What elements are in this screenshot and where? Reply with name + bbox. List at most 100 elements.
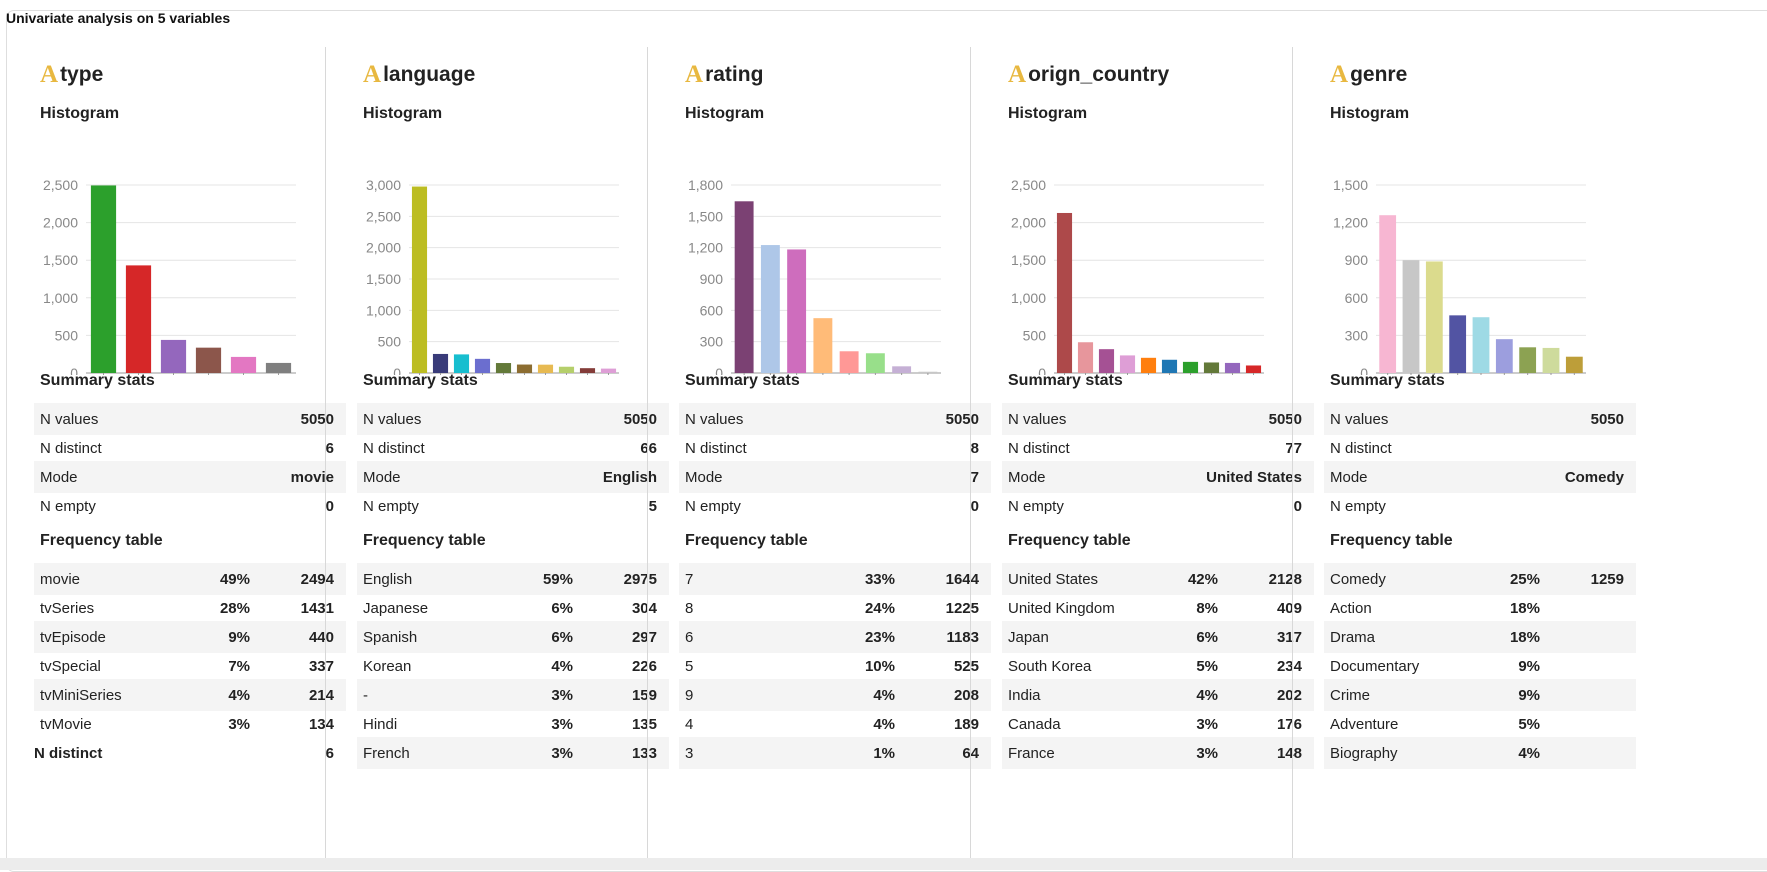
horizontal-scrollbar[interactable] [0,858,1767,870]
frequency-percent: 23% [864,629,895,646]
frequency-value: tvSpecial [40,658,101,675]
frequency-percent: 33% [864,571,895,588]
frequency-percent: 18% [1509,600,1540,617]
frequency-value: 7 [685,571,694,588]
summary-row-n-empty: N empty [1324,490,1636,522]
summary-label: N empty [1008,498,1064,515]
frequency-percent: 24% [864,600,895,617]
frequency-value: Hindi [363,716,398,733]
summary-label: N empty [363,498,419,515]
y-tick-label: 1,500 [1011,252,1046,268]
histogram-title: Histogram [1330,105,1410,122]
frequency-percent: 3% [1196,716,1218,733]
frequency-value: Documentary [1330,658,1420,675]
histogram-chart: 05001,0001,5002,0002,500movietvSpecial [43,177,296,375]
frequency-value: Adventure [1330,716,1399,733]
frequency-percent: 10% [864,658,895,675]
summary-value: Comedy [1564,469,1624,486]
frequency-percent: 42% [1187,571,1218,588]
frequency-table-title: Frequency table [1008,532,1131,549]
frequency-value: 4 [685,716,694,733]
frequency-value: Drama [1330,629,1376,646]
y-tick-label: 900 [1345,252,1369,268]
y-tick-label: 300 [700,334,724,350]
summary-value: United States [1206,469,1302,486]
histogram-bar [1495,339,1513,373]
frequency-value: 3 [685,745,694,762]
frequency-row: Documentary 9% [1324,650,1636,682]
frequency-row: Canada 3% 176 [1002,708,1314,740]
summary-stats-title: Summary stats [363,372,478,389]
frequency-value: Korean [363,658,412,675]
summary-label: N values [1330,411,1389,428]
frequency-row: 31%64 [679,737,991,769]
frequency-row: tvMiniSeries 4% 214 [34,679,346,711]
summary-label: N values [40,411,99,428]
y-tick-label: 2,000 [366,240,401,256]
summary-value: movie [290,469,334,486]
histogram-bar [1056,212,1073,373]
frequency-value: Action [1330,600,1372,617]
frequency-percent: 25% [1509,571,1540,588]
histogram-bar [839,351,859,373]
text-type-icon: A [1330,61,1349,88]
variable-name: rating [705,63,764,86]
frequency-value: Canada [1008,716,1061,733]
frequency-value: United States [1008,571,1099,588]
histogram-bar [1425,261,1443,373]
frequency-row: -3% 159 [357,679,669,711]
frequency-row: Japanese 6% 304 [357,592,669,624]
summary-label: N values [1008,411,1067,428]
frequency-row: Japan 6% 317 [1002,621,1314,653]
frequency-row: South Korea 5% 234 [1002,650,1314,682]
y-tick-label: 1,500 [43,252,78,268]
frequency-percent: 4% [551,658,573,675]
histogram-bar [1140,357,1157,373]
frequency-value: movie [40,571,81,588]
frequency-row: United Kingdom 8% 409 [1002,592,1314,624]
histogram-bar [195,347,222,373]
variable-name: orign_country [1028,63,1170,86]
histogram-bar [1402,260,1420,373]
frequency-percent: 3% [1196,745,1218,762]
frequency-row: 6 23% 1183 [679,621,991,653]
histogram-bar [160,339,187,373]
histogram-title: Histogram [40,105,120,122]
text-type-icon: A [685,61,704,88]
histogram-chart: 05001,0001,5002,0002,500United States- [1011,177,1264,375]
summary-label: N values [685,411,744,428]
histogram-title: Histogram [1008,105,1088,122]
frequency-value: 9 [685,687,694,704]
summary-row-n-distinct: N distinct 8 [679,432,991,464]
histogram-bar [516,364,533,373]
histogram-chart: 05001,0001,5002,0002,5003,000English-Ita… [366,177,619,375]
histogram-bar [760,245,780,373]
frequency-value: tvMovie [40,716,92,733]
histogram-bar [265,362,292,373]
histogram-chart: 03006009001,2001,500ComedyBiography [1333,177,1586,375]
frequency-value: tvMiniSeries [40,687,122,704]
frequency-percent: 8% [1196,600,1218,617]
summary-label: Mode [1330,469,1368,486]
y-tick-label: 1,000 [43,290,78,306]
variable-column-type: AtypeHistogram05001,0001,5002,0002,500mo… [6,37,369,860]
y-tick-label: 1,200 [1333,215,1368,231]
histogram-bar [558,366,575,373]
frequency-row: Drama 18% [1324,621,1636,653]
column-divider [1292,47,1293,860]
frequency-value: French [363,745,410,762]
y-tick-label: 1,000 [1011,290,1046,306]
histogram-bar [1119,355,1136,373]
histogram-bar [1098,349,1115,373]
summary-label: N distinct [363,440,425,457]
summary-row-n-distinct: N distinct 66 [357,432,669,464]
frequency-table-title: Frequency table [40,532,163,549]
frequency-table-title: Frequency table [1330,532,1453,549]
frequency-row: Biography 4% [1324,737,1636,769]
histogram-bar [411,186,428,373]
frequency-percent: 3% [551,687,573,704]
y-tick-label: 600 [700,302,724,318]
frequency-value: United Kingdom [1008,600,1115,617]
frequency-percent: 9% [228,629,250,646]
summary-row-n-empty: N empty 0 [679,490,991,522]
